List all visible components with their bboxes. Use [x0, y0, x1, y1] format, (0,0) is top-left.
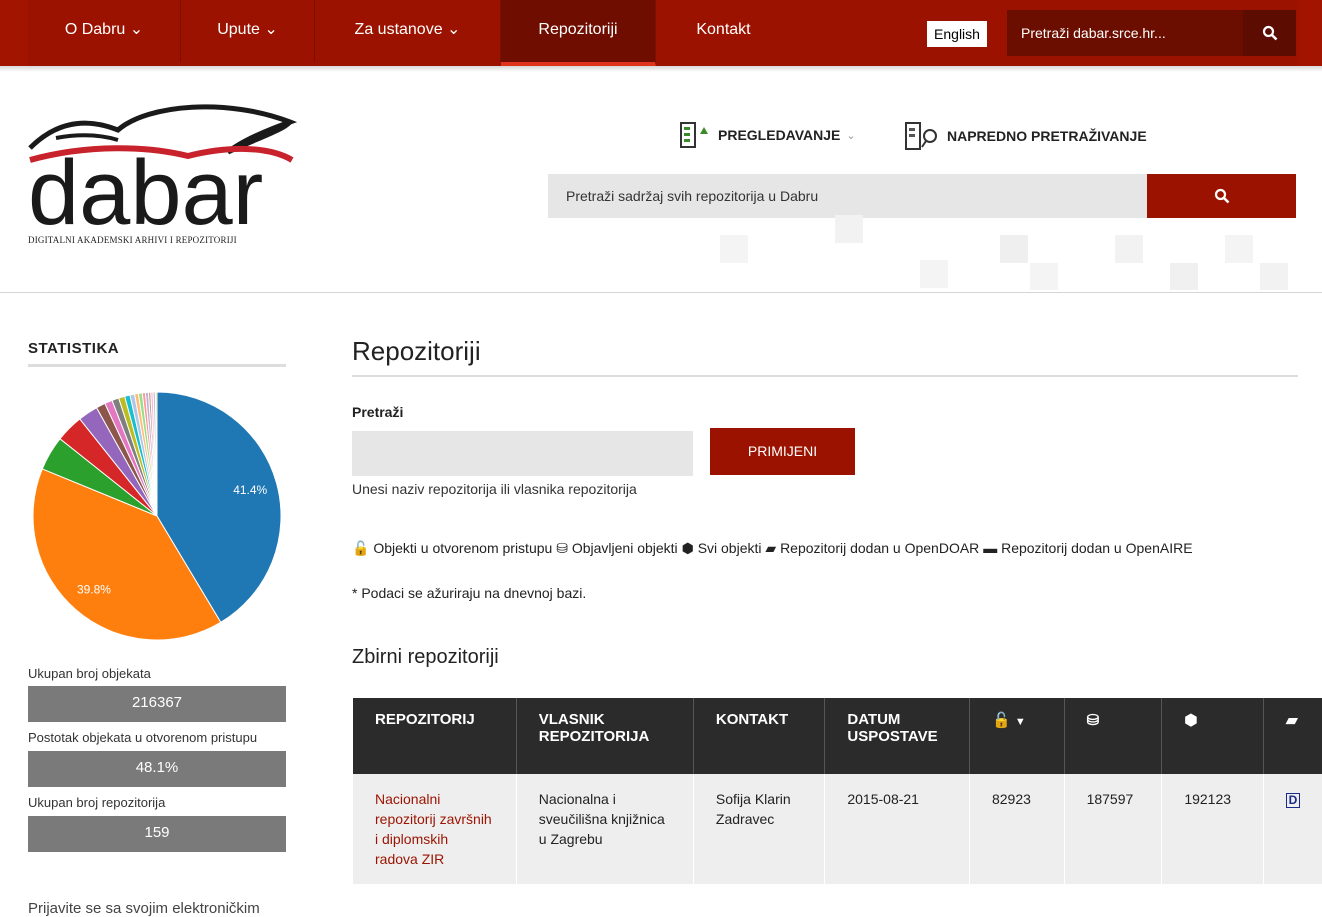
column-header-all-objects[interactable]: ⬢	[1161, 698, 1264, 774]
column-header-published[interactable]: ⛁	[1064, 698, 1163, 774]
top-navbar: O Dabru ⌄ Upute ⌄ Za ustanove ⌄ Repozito…	[0, 0, 1322, 66]
stat-value-open-access: 48.1%	[28, 751, 286, 787]
stat-label-open-access: Postotak objekata u otvorenom pristupu	[28, 730, 258, 745]
main-search-button[interactable]	[1147, 174, 1296, 218]
page-title: Repozitoriji	[352, 336, 1298, 377]
advanced-search-link[interactable]: NAPREDNO PRETRAŽIVANJE	[905, 122, 1147, 150]
search-icon	[1262, 25, 1277, 41]
browse-label: PREGLEDAVANJE	[718, 127, 841, 143]
language-button[interactable]: English	[927, 21, 987, 47]
nav-item-repozitoriji[interactable]: Repozitoriji	[501, 0, 656, 66]
legend-published: Objavljeni objekti	[571, 540, 678, 556]
statistics-title: STATISTIKA	[28, 340, 286, 367]
column-header-contact[interactable]: KONTAKT	[693, 698, 826, 774]
repository-date: 2015-08-21	[824, 774, 970, 884]
dabar-logo[interactable]: dabar DIGITALNI AKADEMSKI ARHIVI I REPOZ…	[28, 100, 298, 250]
search-icon	[1214, 188, 1229, 204]
book-icon: ▰	[765, 540, 777, 556]
top-search-button[interactable]	[1243, 10, 1296, 56]
unlock-icon: 🔓	[352, 540, 370, 556]
legend-openaire: Repozitorij dodan u OpenAIRE	[1001, 540, 1193, 556]
logo-tagline: DIGITALNI AKADEMSKI ARHIVI I REPOZITORIJ…	[28, 235, 237, 245]
statistics-pie-chart: 41.4% 39.8%	[33, 392, 281, 640]
table-header-row: REPOZITORIJ VLASNIK REPOZITORIJA KONTAKT…	[353, 698, 1322, 774]
top-search-input[interactable]: Pretraži dabar.srce.hr...	[1007, 10, 1243, 56]
nav-item-upute[interactable]: Upute ⌄	[181, 0, 315, 62]
repositories-table: REPOZITORIJ VLASNIK REPOZITORIJA KONTAKT…	[353, 698, 1322, 884]
cube-icon: ⬢	[681, 540, 694, 556]
archive-icon: ▬	[983, 540, 998, 556]
filter-label: Pretraži	[352, 404, 404, 420]
legend-all-objects: Svi objekti	[697, 540, 762, 556]
filter-help-text: Unesi naziv repozitorija ili vlasnika re…	[352, 481, 637, 497]
browse-icon	[680, 122, 708, 148]
stat-value-repositories: 159	[28, 816, 286, 852]
unlock-icon: 🔓	[991, 712, 1011, 729]
sort-desc-icon: ▼	[1014, 716, 1026, 728]
update-note: * Podaci se ažuriraju na dnevnoj bazi.	[352, 585, 587, 601]
chevron-down-icon: ⌄	[846, 129, 856, 142]
nav-item-kontakt[interactable]: Kontakt	[656, 0, 791, 62]
repository-all-count: 192123	[1161, 774, 1264, 884]
filter-input[interactable]	[352, 431, 693, 476]
book-icon: ▰	[1285, 712, 1298, 729]
column-header-opendoar[interactable]: ▰	[1263, 698, 1322, 774]
pie-slice-label: 39.8%	[77, 582, 111, 596]
pie-slice-label: 41.4%	[233, 483, 267, 497]
apply-button[interactable]: PRIMIJENI	[710, 428, 855, 475]
repository-contact: Sofija Klarin Zadravec	[693, 774, 826, 884]
cubes-icon: ⛁	[556, 540, 568, 556]
opendoar-badge[interactable]: D	[1285, 793, 1300, 808]
repository-link[interactable]: Nacionalni repozitorij završnih i diplom…	[353, 774, 517, 884]
repository-owner: Nacionalna i sveučilišna knjižnica u Zag…	[516, 774, 694, 884]
legend-open-access: Objekti u otvorenom pristupu	[373, 540, 553, 556]
stat-value-total-objects: 216367	[28, 686, 286, 722]
browse-menu[interactable]: PREGLEDAVANJE ⌄	[680, 122, 856, 148]
cube-icon: ⬢	[1184, 712, 1198, 729]
column-header-open-access[interactable]: 🔓 ▼	[969, 698, 1065, 774]
table-row: Nacionalni repozitorij završnih i diplom…	[353, 774, 1322, 884]
advanced-search-label: NAPREDNO PRETRAŽIVANJE	[947, 128, 1147, 144]
header-divider	[0, 292, 1322, 293]
column-header-date[interactable]: DATUM USPOSTAVE	[824, 698, 970, 774]
nav-item-o-dabru[interactable]: O Dabru ⌄	[28, 0, 181, 62]
nav-item-za-ustanove[interactable]: Za ustanove ⌄	[315, 0, 501, 62]
advanced-search-icon	[905, 122, 937, 150]
stat-label-total-objects: Ukupan broj objekata	[28, 666, 151, 681]
opendoar-cell: D	[1263, 774, 1322, 884]
svg-text:dabar: dabar	[28, 142, 263, 230]
main-search-input[interactable]: Pretraži sadržaj svih repozitorija u Dab…	[548, 174, 1148, 218]
stat-label-repositories: Ukupan broj repozitorija	[28, 795, 166, 810]
legend-opendoar: Repozitorij dodan u OpenDOAR	[780, 540, 980, 556]
column-header-repository[interactable]: REPOZITORIJ	[353, 698, 517, 774]
section-title: Zbirni repozitoriji	[352, 646, 499, 668]
nav-shadow	[0, 66, 1322, 72]
login-prompt: Prijavite se sa svojim elektroničkim	[28, 900, 260, 917]
column-header-owner[interactable]: VLASNIK REPOZITORIJA	[516, 698, 694, 774]
repository-open-count: 82923	[969, 774, 1065, 884]
decorative-pixel-pattern	[720, 215, 1288, 290]
icon-legend: 🔓 Objekti u otvorenom pristupu ⛁ Objavlj…	[352, 538, 1297, 558]
beaver-logo-icon: dabar	[28, 104, 298, 244]
repository-published-count: 187597	[1064, 774, 1163, 884]
cubes-icon: ⛁	[1086, 712, 1100, 729]
